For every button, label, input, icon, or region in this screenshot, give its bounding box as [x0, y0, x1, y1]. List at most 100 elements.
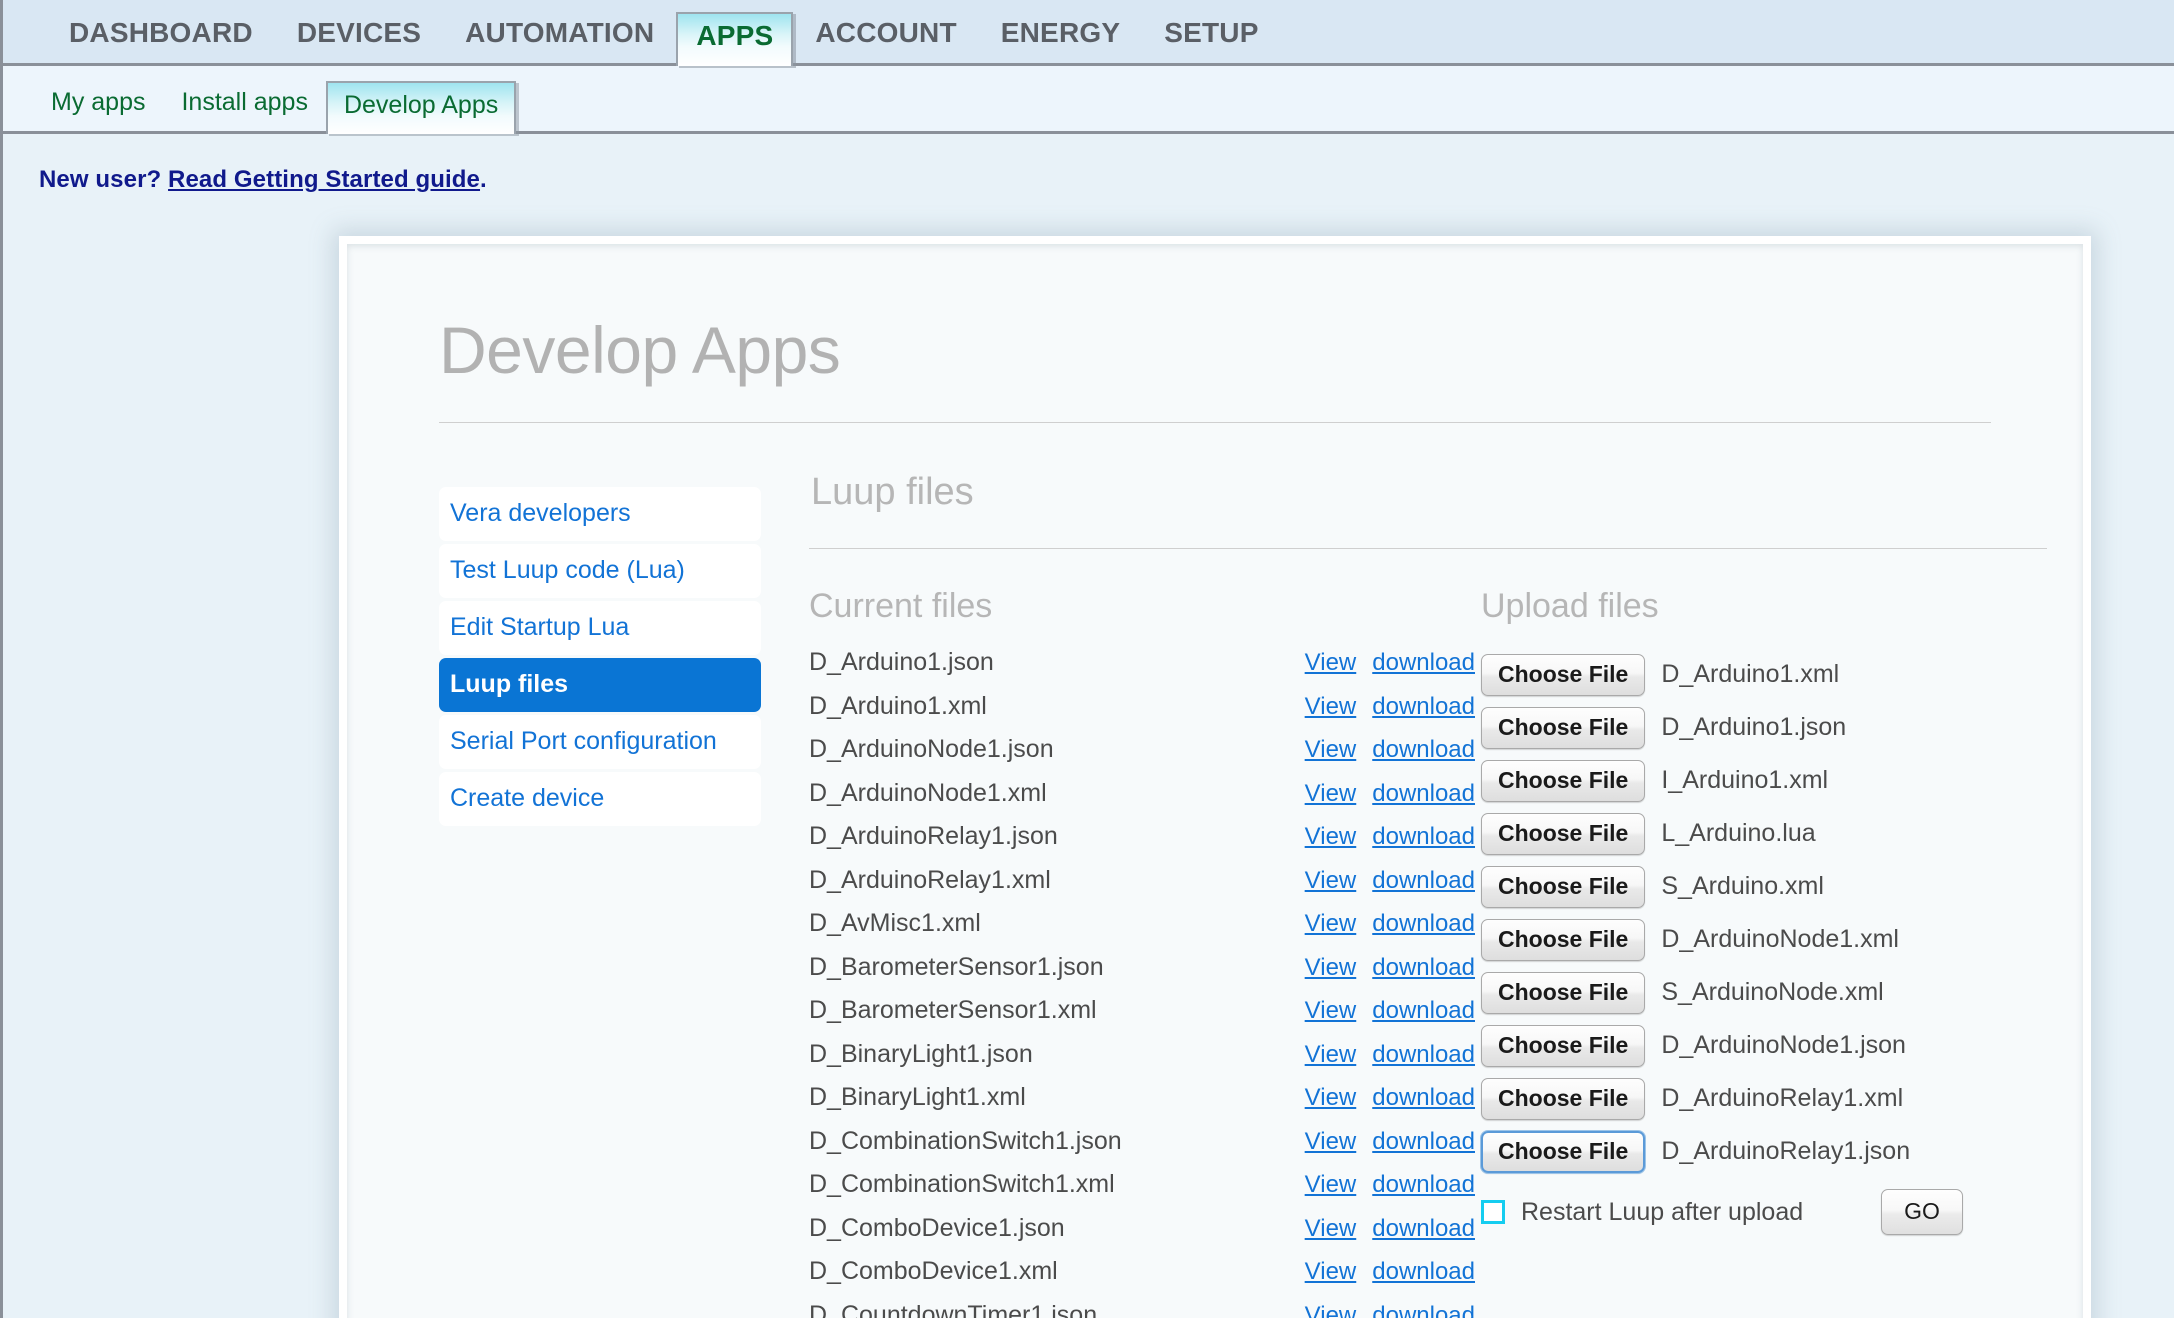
- upload-file-row: Choose FileD_ArduinoNode1.xml: [1481, 913, 2047, 966]
- upload-file-name: D_ArduinoNode1.json: [1661, 1031, 1906, 1060]
- current-file-name: D_ComboDevice1.json: [809, 1214, 1305, 1243]
- current-file-actions: View download: [1305, 649, 1481, 677]
- panel-inner: Develop Apps Vera developers Test Luup c…: [347, 244, 2083, 1318]
- download-link[interactable]: download: [1372, 1171, 1475, 1198]
- view-link[interactable]: View: [1305, 954, 1357, 981]
- nav-item-apps[interactable]: APPS: [676, 12, 793, 66]
- choose-file-button[interactable]: Choose File: [1481, 1131, 1645, 1173]
- current-file-row: D_BinaryLight1.jsonView download: [809, 1040, 1481, 1084]
- current-file-name: D_ArduinoNode1.json: [809, 735, 1305, 764]
- download-link[interactable]: download: [1372, 1215, 1475, 1242]
- view-link[interactable]: View: [1305, 1215, 1357, 1242]
- choose-file-button[interactable]: Choose File: [1481, 707, 1645, 749]
- upload-file-row: Choose File D_ArduinoNode1.json: [1481, 1019, 2047, 1072]
- subnav-item-my-apps[interactable]: My apps: [33, 88, 163, 131]
- sidebar-item-vera-developers[interactable]: Vera developers: [439, 487, 761, 541]
- upload-file-row: Choose FileD_Arduino1.xml: [1481, 648, 2047, 701]
- subnav-item-develop-apps[interactable]: Develop Apps: [326, 81, 516, 134]
- current-file-name: D_Arduino1.json: [809, 648, 1305, 677]
- nav-item-devices[interactable]: DEVICES: [275, 17, 443, 63]
- develop-apps-panel: Develop Apps Vera developers Test Luup c…: [339, 236, 2091, 1318]
- view-link[interactable]: View: [1305, 867, 1357, 894]
- download-link[interactable]: download: [1372, 1041, 1475, 1068]
- primary-navigation-bar: DASHBOARD DEVICES AUTOMATION APPS ACCOUN…: [3, 0, 2174, 66]
- download-link[interactable]: download: [1372, 1128, 1475, 1155]
- choose-file-button[interactable]: Choose File: [1481, 760, 1645, 802]
- current-file-name: D_ArduinoRelay1.json: [809, 822, 1305, 851]
- choose-file-button[interactable]: Choose File: [1481, 654, 1645, 696]
- getting-started-guide-link[interactable]: Read Getting Started guide: [168, 166, 480, 193]
- upload-file-row: Choose FileD_Arduino1.json: [1481, 701, 2047, 754]
- restart-luup-checkbox[interactable]: [1481, 1200, 1505, 1224]
- download-link[interactable]: download: [1372, 823, 1475, 850]
- current-file-name: D_BinaryLight1.xml: [809, 1083, 1305, 1112]
- current-file-row: D_CombinationSwitch1.jsonView download: [809, 1127, 1481, 1171]
- view-link[interactable]: View: [1305, 1302, 1357, 1318]
- download-link[interactable]: download: [1372, 693, 1475, 720]
- current-file-actions: View download: [1305, 1128, 1481, 1156]
- restart-luup-row: Restart Luup after upload GO: [1481, 1178, 2047, 1240]
- download-link[interactable]: download: [1372, 780, 1475, 807]
- notice-prefix: New user?: [39, 166, 168, 193]
- current-files-heading: Current files: [809, 587, 1481, 626]
- nav-item-setup[interactable]: SETUP: [1142, 17, 1280, 63]
- app-root: DASHBOARD DEVICES AUTOMATION APPS ACCOUN…: [0, 0, 2174, 1318]
- sidebar-item-luup-files[interactable]: Luup files: [439, 658, 761, 712]
- view-link[interactable]: View: [1305, 1258, 1357, 1285]
- current-file-name: D_BinaryLight1.json: [809, 1040, 1305, 1069]
- current-file-name: D_CombinationSwitch1.json: [809, 1127, 1305, 1156]
- sidebar-item-serial-port-configuration[interactable]: Serial Port configuration: [439, 715, 761, 769]
- section-title: Luup files: [809, 471, 2047, 514]
- download-link[interactable]: download: [1372, 1302, 1475, 1318]
- current-file-row: D_Arduino1.xmlViewdownload: [809, 692, 1481, 736]
- view-link[interactable]: View: [1305, 780, 1357, 807]
- sidebar-item-create-device[interactable]: Create device: [439, 772, 761, 826]
- current-file-row: D_ComboDevice1.xmlViewdownload: [809, 1257, 1481, 1301]
- download-link[interactable]: download: [1372, 997, 1475, 1024]
- download-link[interactable]: download: [1372, 649, 1475, 676]
- choose-file-button[interactable]: Choose File: [1481, 1025, 1645, 1067]
- choose-file-button[interactable]: Choose File: [1481, 813, 1645, 855]
- nav-item-energy[interactable]: ENERGY: [979, 17, 1142, 63]
- download-link[interactable]: download: [1372, 1084, 1475, 1111]
- upload-file-name: S_ArduinoNode.xml: [1661, 978, 1883, 1007]
- view-link[interactable]: View: [1305, 823, 1357, 850]
- secondary-navigation-list: My apps Install apps Develop Apps: [3, 66, 2174, 131]
- choose-file-button[interactable]: Choose File: [1481, 919, 1645, 961]
- sidebar-item-test-luup-code[interactable]: Test Luup code (Lua): [439, 544, 761, 598]
- go-button[interactable]: GO: [1881, 1189, 1963, 1235]
- choose-file-button[interactable]: Choose File: [1481, 1078, 1645, 1120]
- upload-file-row: Choose FileL_Arduino.lua: [1481, 807, 2047, 860]
- current-file-actions: View download: [1305, 910, 1481, 938]
- download-link[interactable]: download: [1372, 867, 1475, 894]
- current-file-row: D_BarometerSensor1.jsonViewdownload: [809, 953, 1481, 997]
- download-link[interactable]: download: [1372, 736, 1475, 763]
- download-link[interactable]: download: [1372, 910, 1475, 937]
- nav-item-account[interactable]: ACCOUNT: [793, 17, 978, 63]
- download-link[interactable]: download: [1372, 954, 1475, 981]
- nav-item-dashboard[interactable]: DASHBOARD: [47, 17, 275, 63]
- columns-body: D_Arduino1.jsonViewdownloadD_Arduino1.xm…: [809, 626, 2047, 1318]
- current-file-actions: View download: [1305, 867, 1481, 895]
- view-link[interactable]: View: [1305, 693, 1357, 720]
- view-link[interactable]: View: [1305, 649, 1357, 676]
- subnav-item-install-apps[interactable]: Install apps: [163, 88, 325, 131]
- view-link[interactable]: View: [1305, 1041, 1357, 1068]
- sidebar-item-edit-startup-lua[interactable]: Edit Startup Lua: [439, 601, 761, 655]
- nav-item-automation[interactable]: AUTOMATION: [443, 17, 676, 63]
- current-file-row: D_ArduinoNode1.xmlViewdownload: [809, 779, 1481, 823]
- download-link[interactable]: download: [1372, 1258, 1475, 1285]
- view-link[interactable]: View: [1305, 910, 1357, 937]
- restart-luup-label: Restart Luup after upload: [1521, 1198, 1803, 1227]
- view-link[interactable]: View: [1305, 997, 1357, 1024]
- view-link[interactable]: View: [1305, 1171, 1357, 1198]
- view-link[interactable]: View: [1305, 1084, 1357, 1111]
- current-file-actions: View download: [1305, 997, 1481, 1025]
- current-file-name: D_AvMisc1.xml: [809, 909, 1305, 938]
- choose-file-button[interactable]: Choose File: [1481, 866, 1645, 908]
- upload-file-row: Choose File S_ArduinoNode.xml: [1481, 966, 2047, 1019]
- choose-file-button[interactable]: Choose File: [1481, 972, 1645, 1014]
- view-link[interactable]: View: [1305, 1128, 1357, 1155]
- upload-file-row: Choose FileI_Arduino1.xml: [1481, 754, 2047, 807]
- view-link[interactable]: View: [1305, 736, 1357, 763]
